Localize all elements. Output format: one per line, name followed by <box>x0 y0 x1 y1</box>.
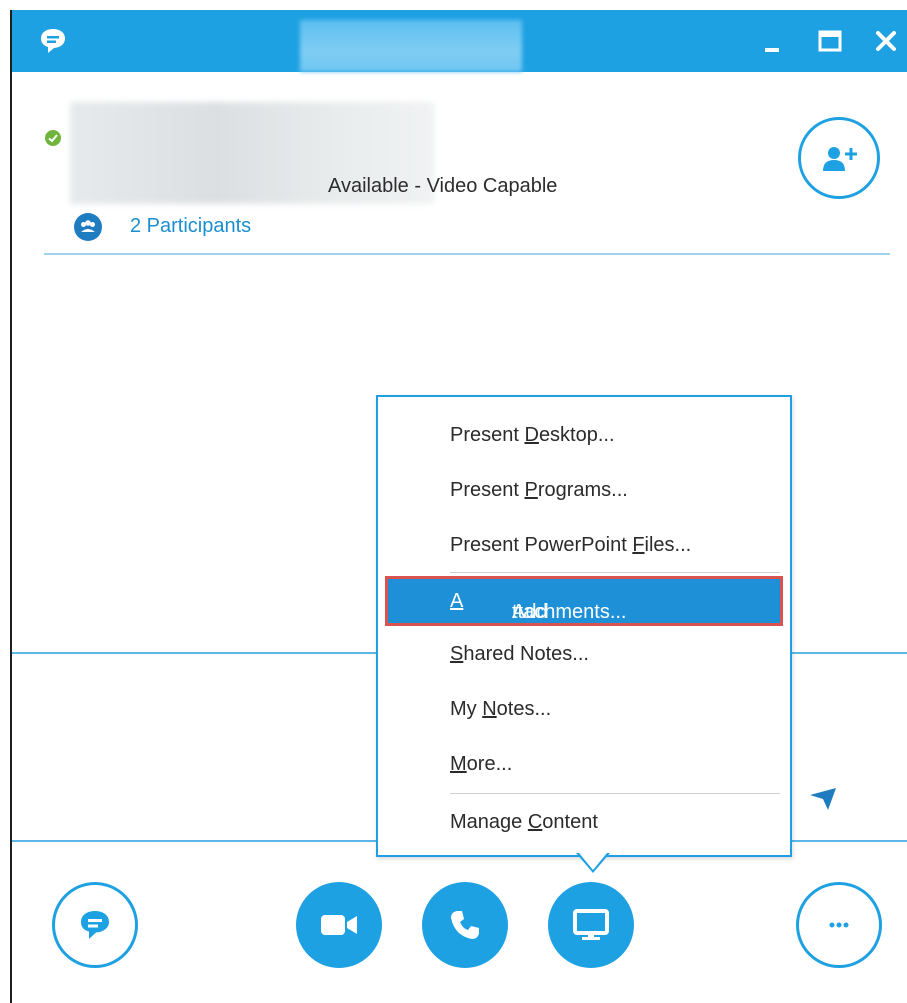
participants-icon[interactable] <box>74 213 102 241</box>
presence-available-icon <box>45 130 61 146</box>
menu-item-more[interactable]: More... <box>450 753 512 776</box>
video-icon <box>321 915 357 935</box>
menu-separator <box>450 793 780 794</box>
add-person-button[interactable] <box>798 117 880 199</box>
menu-item-shared-notes[interactable]: Shared Notes... <box>450 643 589 666</box>
close-icon[interactable] <box>868 24 904 58</box>
present-content-menu: Present Desktop... Present Programs... P… <box>376 395 792 857</box>
menu-item-present-desktop[interactable]: Present Desktop... <box>450 424 615 447</box>
send-icon[interactable] <box>808 786 838 812</box>
header-divider <box>44 253 890 255</box>
present-button[interactable] <box>548 882 634 968</box>
phone-icon <box>451 911 479 939</box>
more-ellipsis-icon <box>829 922 849 928</box>
participants-link[interactable]: 2 Participants <box>130 215 251 238</box>
contact-header: Available - Video Capable 2 Participants <box>12 72 907 262</box>
more-options-button[interactable] <box>796 882 882 968</box>
presence-status: Available - Video Capable <box>328 175 558 197</box>
menu-separator <box>450 572 780 573</box>
menu-item-my-notes[interactable]: My Notes... <box>450 698 551 721</box>
present-monitor-icon <box>573 909 609 940</box>
window-title-redacted <box>300 20 522 72</box>
minimize-icon[interactable] <box>756 24 792 58</box>
phone-button[interactable] <box>422 882 508 968</box>
add-person-icon <box>823 147 857 171</box>
maximize-icon[interactable] <box>812 24 848 58</box>
menu-item-add-attachments[interactable]: Add Attachments... <box>385 576 783 626</box>
chat-bubble-icon <box>81 911 109 939</box>
conversation-window: Available - Video Capable 2 Participants <box>10 10 907 1003</box>
im-button[interactable] <box>52 882 138 968</box>
title-bar <box>12 10 907 72</box>
video-button[interactable] <box>296 882 382 968</box>
menu-item-present-programs[interactable]: Present Programs... <box>450 479 628 502</box>
chat-bubble-icon <box>41 29 65 53</box>
menu-item-present-powerpoint[interactable]: Present PowerPoint Files... <box>450 534 691 557</box>
menu-pointer-fill <box>579 853 607 870</box>
menu-item-manage-content[interactable]: Manage Content <box>450 811 598 834</box>
